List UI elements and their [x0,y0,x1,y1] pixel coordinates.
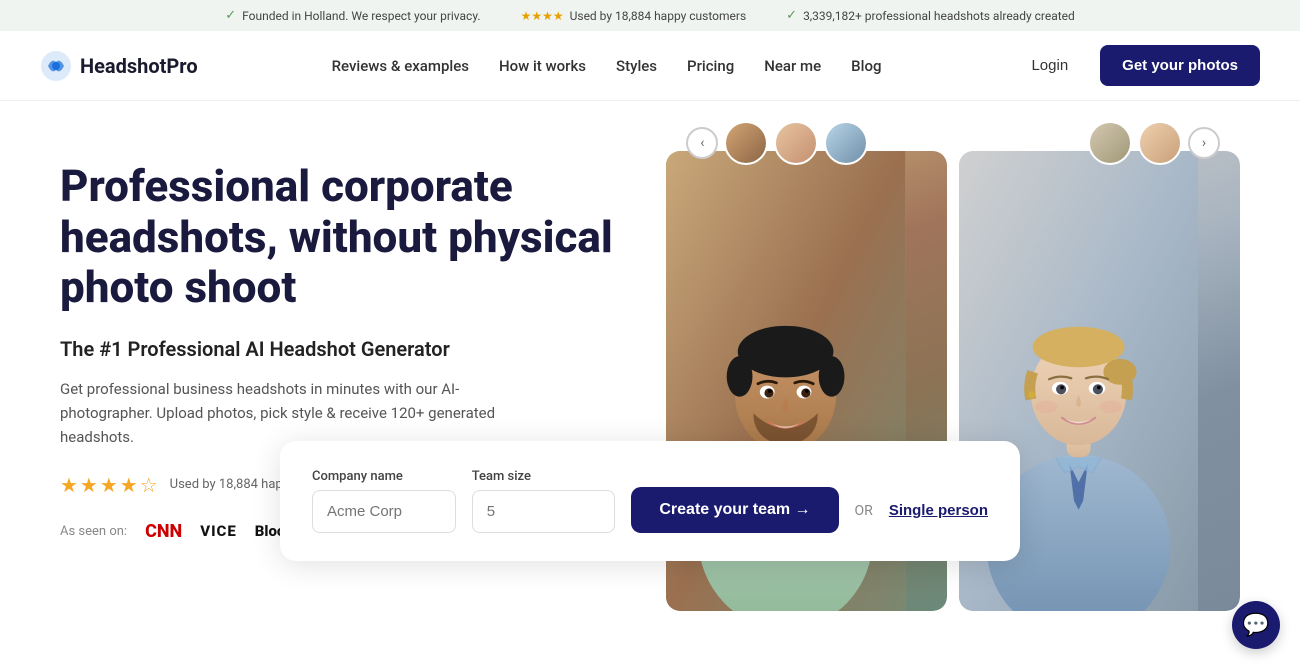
top-banner: ✓ Founded in Holland. We respect your pr… [0,0,1300,31]
or-text: OR [855,503,873,533]
nav-styles[interactable]: Styles [616,57,657,75]
prev-arrow[interactable]: ‹ [686,127,718,159]
logo-text: HeadshotPro [80,54,198,78]
nav-pricing[interactable]: Pricing [687,57,734,75]
team-size-label: Team size [472,469,616,484]
hero-subtitle: The #1 Professional AI Headshot Generato… [60,337,626,361]
thumb-row-right: › [1088,121,1220,165]
hero-description: Get professional business headshots in m… [60,377,540,449]
logo-icon [40,50,72,82]
get-photos-button[interactable]: Get your photos [1100,45,1260,86]
next-arrow[interactable]: › [1188,127,1220,159]
thumb-5 [1138,121,1182,165]
single-person-button[interactable]: Single person [889,502,988,533]
check-icon-2: ✓ [786,8,797,23]
thumb-1 [724,121,768,165]
create-team-button[interactable]: Create your team → [631,487,838,533]
nav-blog[interactable]: Blog [851,57,881,75]
logo-link[interactable]: HeadshotPro [40,50,198,82]
form-card: Company name Team size Create your team … [280,441,1020,561]
nav-reviews[interactable]: Reviews & examples [332,57,469,75]
company-field: Company name [312,469,456,533]
banner-headshots: ✓ 3,339,182+ professional headshots alre… [786,8,1075,23]
team-size-field: Team size [472,469,616,533]
chat-icon: 💬 [1242,613,1269,638]
check-icon: ✓ [225,8,236,23]
company-label: Company name [312,469,456,484]
team-size-input[interactable] [472,490,616,533]
thumb-2 [774,121,818,165]
hero-title: Professional corporate headshots, withou… [60,161,626,313]
nav-links: Reviews & examples How it works Styles P… [332,56,882,75]
thumb-3 [824,121,868,165]
thumb-row-left: ‹ [686,121,868,165]
banner-customers: ★★★★ Used by 18,884 happy customers [521,9,747,23]
thumb-4 [1088,121,1132,165]
navbar: HeadshotPro Reviews & examples How it wo… [0,31,1300,101]
chat-widget[interactable]: 💬 [1232,601,1280,649]
nav-how-it-works[interactable]: How it works [499,57,586,75]
login-button[interactable]: Login [1015,49,1084,82]
nav-actions: Login Get your photos [1015,45,1260,86]
company-input[interactable] [312,490,456,533]
nav-near-me[interactable]: Near me [764,57,821,75]
star-icons: ★★★★ [521,9,564,23]
star-rating: ★★★★☆ [60,473,160,497]
banner-privacy: ✓ Founded in Holland. We respect your pr… [225,8,480,23]
